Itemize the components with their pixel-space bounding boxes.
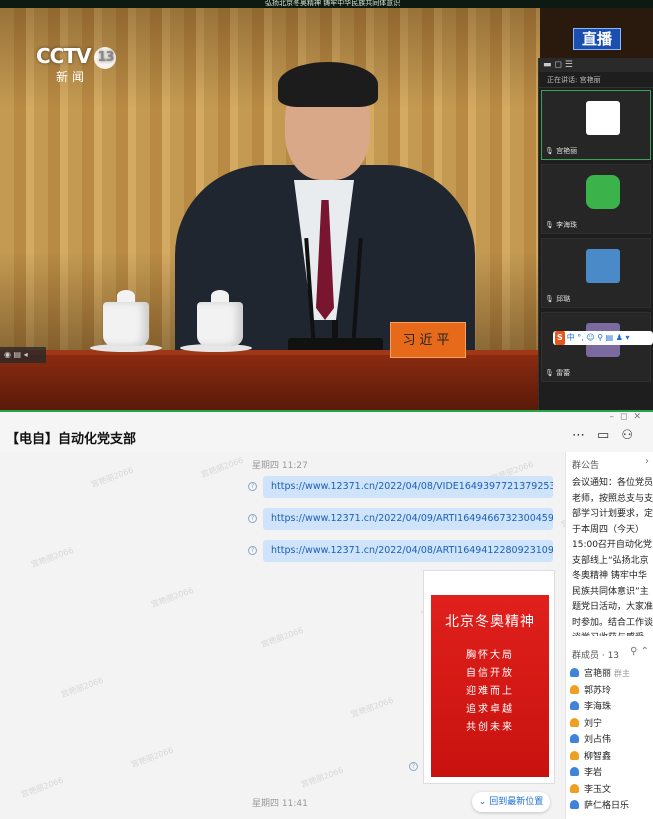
user-icon — [570, 668, 579, 677]
member-row[interactable]: 李玉文 — [570, 782, 653, 799]
wechat-icon — [586, 175, 620, 209]
member-row[interactable]: 刘占伟 — [570, 732, 653, 749]
jump-to-latest-button[interactable]: ⌄ 回到最新位置 — [472, 792, 550, 812]
link-message[interactable]: https://www.12371.cn/2022/04/08/VIDE1649… — [263, 476, 553, 498]
chat-window: –◻✕ 【电自】自动化党支部 ⋯▭⚇ 宫艳丽2066 宫艳丽2066 宫艳丽2066… — [0, 412, 653, 819]
participant-avatar — [586, 249, 620, 283]
participant-avatar — [586, 101, 620, 135]
read-receipt-icon: ? — [248, 514, 257, 523]
participant-name: 🎙 邱璐 — [545, 295, 571, 303]
members-tools[interactable]: ⚲ ⌃ — [630, 646, 649, 657]
user-icon — [570, 684, 579, 694]
live-badge: 直播 — [573, 28, 621, 50]
participant-tile[interactable]: 🎙 李海珠 — [541, 164, 651, 234]
participant-tile[interactable]: 🎙 宫艳丽 — [541, 90, 651, 160]
channel-number: 13 — [94, 47, 117, 69]
watermark: 宫艳丽2066 — [89, 465, 135, 490]
ticker-bar: 弘扬北京冬奥精神 铸牢中华民族共同体意识 — [0, 0, 653, 8]
user-icon — [570, 767, 579, 776]
notice-header: 群公告 — [572, 461, 600, 471]
sogou-icon: S — [555, 331, 565, 345]
message-area[interactable]: 宫艳丽2066 宫艳丽2066 宫艳丽2066 宫艳丽2066 宫艳丽2066 宫艳丽20… — [0, 452, 565, 819]
watermark: 宫艳丽2066 — [59, 675, 105, 700]
member-row[interactable]: 柳智鑫 — [570, 749, 653, 766]
member-row[interactable]: 李海珠 — [570, 699, 653, 716]
group-side-panel: 群公告 › 会议通知：各位党员老师，按照总支与支部学习计划要求，定于本周四（今天… — [565, 452, 653, 819]
user-icon — [570, 734, 579, 743]
window-controls[interactable]: –◻✕ — [609, 412, 647, 422]
member-row[interactable]: 宫艳丽 群主 — [570, 666, 653, 683]
watermark: 宫艳丽2066 — [129, 745, 175, 770]
notice-text: 会议通知：各位党员老师，按照总支与支部学习计划要求，定于本周四（今天）15:00… — [572, 478, 653, 636]
input-method-toolbar[interactable]: S中 °, ☺ ⚲ ▤ ♟ ▾ — [553, 331, 653, 345]
link-message[interactable]: https://www.12371.cn/2022/04/09/ARTI1649… — [263, 508, 553, 530]
speaking-indicator: 正在讲话: 宫艳丽 — [539, 72, 653, 88]
read-receipt-icon: ? — [248, 482, 257, 491]
ticker-text: 弘扬北京冬奥精神 铸牢中华民族共同体意识 — [265, 0, 401, 7]
teacup — [103, 290, 149, 346]
read-receipt-icon: ? — [248, 546, 257, 555]
add-member-icon[interactable]: ⚇ — [621, 428, 645, 443]
timestamp: 星期四 11:41 — [252, 799, 308, 809]
video-controls[interactable]: ◉ ▤ ◂ — [0, 347, 46, 363]
members-header: 群成员 · 13 — [572, 651, 620, 661]
user-icon — [570, 717, 579, 727]
user-icon — [570, 750, 579, 760]
watermark: 宫艳丽2066 — [349, 695, 395, 720]
member-row[interactable]: 萨仁格日乐 — [570, 798, 653, 815]
watermark: 宫艳丽2066 — [299, 765, 345, 790]
member-row[interactable]: 李岩 — [570, 765, 653, 782]
poster-title: 北京冬奥精神 — [445, 614, 535, 630]
video-call-icon[interactable]: ▭ — [597, 428, 621, 443]
desk — [0, 355, 540, 410]
watermark: 宫艳丽2066 — [149, 585, 195, 610]
poster-image: 北京冬奥精神 胸怀大局 自信开放 迎难而上 追求卓越 共创未来 — [431, 595, 549, 777]
participant-name: 🎙 宫艳丽 — [545, 147, 578, 155]
link-message[interactable]: https://www.12371.cn/2022/04/08/ARTI1649… — [263, 540, 553, 562]
member-row[interactable]: 刘宁 — [570, 716, 653, 733]
user-icon — [570, 783, 579, 793]
user-icon — [570, 800, 579, 809]
teacup — [197, 290, 243, 346]
participant-tile[interactable]: 🎙 邱璐 — [541, 238, 651, 308]
chevron-right-icon[interactable]: › — [645, 456, 649, 467]
watermark: 宫艳丽2066 — [259, 625, 305, 650]
timestamp: 星期四 11:27 — [252, 461, 308, 471]
member-row[interactable]: 郭苏玲 — [570, 683, 653, 700]
participant-tile[interactable]: 🎙 雷蕾 — [541, 312, 651, 382]
meeting-panel: ▬ ◻ ☰ 正在讲话: 宫艳丽 🎙 宫艳丽 🎙 李海珠 🎙 邱璐 🎙 雷蕾 — [538, 58, 653, 410]
member-list: 宫艳丽 群主 郭苏玲 李海珠 刘宁 刘占伟 柳智鑫 李岩 李玉文 萨仁格日乐 — [570, 666, 653, 815]
poster-lines: 胸怀大局 自信开放 迎难而上 追求卓越 共创未来 — [466, 650, 514, 733]
watermark: 宫艳丽2066 — [199, 455, 245, 480]
participant-name: 🎙 雷蕾 — [545, 369, 571, 377]
cctv-logo: CCTV 13 — [36, 44, 117, 69]
nameplate: 习近平 — [390, 322, 466, 358]
channel-sub-label: 新闻 — [56, 70, 89, 84]
video-feed: 弘扬北京冬奥精神 铸牢中华民族共同体意识 CCTV 13 新闻 直播 习近平 ◉ … — [0, 0, 653, 410]
watermark: 宫艳丽2066 — [19, 775, 65, 800]
read-receipt-icon: ? — [409, 762, 418, 771]
participant-name: 🎙 李海珠 — [545, 221, 578, 229]
image-message[interactable]: 北京冬奥精神 胸怀大局 自信开放 迎难而上 追求卓越 共创未来 — [423, 570, 555, 784]
watermark: 宫艳丽2066 — [29, 545, 75, 570]
chat-toolbar[interactable]: ⋯▭⚇ — [572, 428, 645, 443]
more-icon[interactable]: ⋯ — [572, 428, 597, 443]
user-icon — [570, 701, 579, 710]
panel-header: ▬ ◻ ☰ — [539, 58, 653, 72]
chat-title: 【电自】自动化党支部 — [6, 432, 137, 447]
